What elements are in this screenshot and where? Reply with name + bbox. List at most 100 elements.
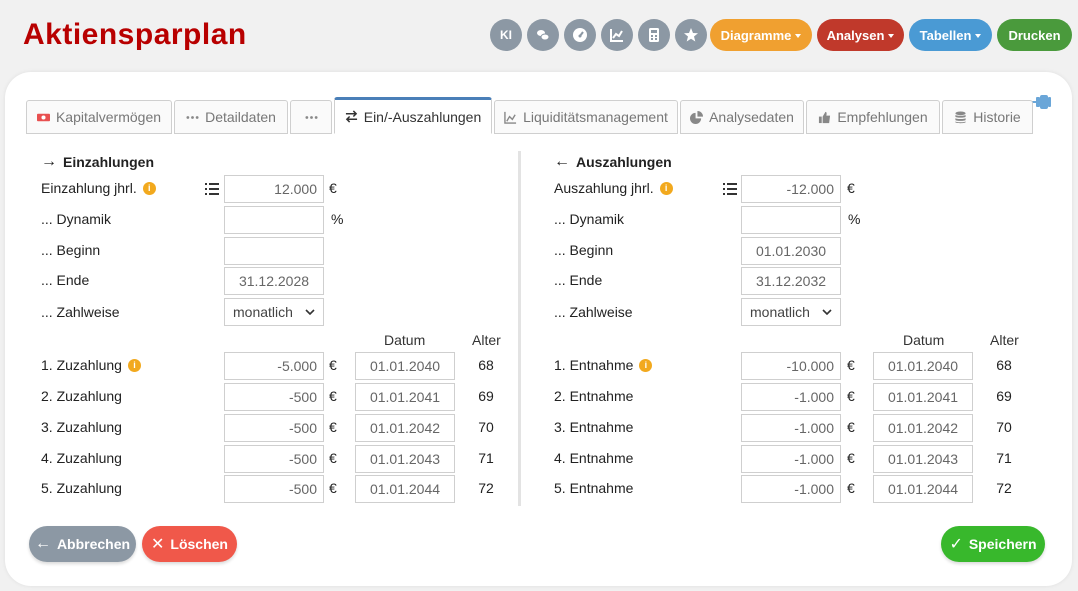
amount-input[interactable]: -500 [224,383,324,411]
tab-ein-auszahlungen[interactable]: Ein/-Auszahlungen [334,97,492,134]
auszahlungen-heading: ← Auszahlungen [554,153,672,170]
chart-line-icon [610,29,623,42]
date-input[interactable]: 01.01.2040 [355,352,455,380]
list-icon[interactable] [205,183,219,195]
arrow-right-icon: → [41,153,57,170]
age-value: 70 [478,419,494,435]
currency-unit: € [329,480,337,496]
ki-button[interactable]: KI [490,19,522,51]
tab-more[interactable] [290,100,332,134]
date-input[interactable]: 01.01.2041 [355,383,455,411]
amount-input[interactable]: -500 [224,445,324,473]
date-input[interactable]: 01.01.2041 [873,383,973,411]
row-label: 3. Zuzahlung [41,419,122,435]
date-input[interactable]: 01.01.2043 [873,445,973,473]
info-icon[interactable]: i [639,358,653,372]
page-title: Aktiensparplan [23,18,247,51]
chevron-down-icon [305,309,315,315]
amount-input[interactable]: -5.000 [224,352,324,380]
amount-input[interactable]: -10.000 [741,352,841,380]
date-input[interactable]: 01.01.2042 [873,414,973,442]
auszahlung-zahlweise-select[interactable]: monatlich [741,298,841,326]
auszahlung-zahlweise-label: ... Zahlweise [554,304,633,320]
currency-unit: € [329,357,337,373]
tabellen-dropdown[interactable]: Tabellen [909,19,992,51]
row-label: 2. Zuzahlung [41,388,122,404]
einzahlung-dynamik-input[interactable] [224,206,324,234]
amount-input[interactable]: -500 [224,475,324,503]
database-icon [954,110,967,124]
alter-header: Alter [990,332,1019,348]
date-input[interactable]: 01.01.2043 [355,445,455,473]
star-button[interactable] [675,19,707,51]
diagramme-dropdown[interactable]: Diagramme [710,19,812,51]
einzahlungen-heading: → Einzahlungen [41,153,154,170]
datum-header: Datum [384,332,426,348]
arrow-left-icon: ← [34,535,51,552]
einzahlung-ende-label: ... Ende [41,272,90,288]
auszahlung-jhrl-input[interactable]: -12.000 [741,175,841,203]
abbrechen-button[interactable]: ← Abbrechen [29,526,136,562]
amount-input[interactable]: -500 [224,414,324,442]
gauge-button[interactable] [564,19,596,51]
coins-button[interactable] [527,19,559,51]
dots-icon [186,111,199,124]
tab-analysedaten[interactable]: Analysedaten [680,100,804,134]
row-label: 4. Zuzahlung [41,450,122,466]
date-input[interactable]: 01.01.2044 [355,475,455,503]
tab-detaildaten[interactable]: Detaildaten [174,100,288,134]
currency-unit: € [847,388,855,404]
tab-historie[interactable]: Historie [942,100,1033,134]
currency-unit: € [329,180,337,196]
caret-down-icon [888,33,895,38]
dots-icon [304,111,318,124]
area-chart-icon [504,111,517,124]
age-value: 71 [478,450,494,466]
chart-button[interactable] [601,19,633,51]
tab-kapitalvermoegen[interactable]: Kapitalvermögen [26,100,172,134]
alter-header: Alter [472,332,501,348]
percent-unit: % [331,211,344,227]
einzahlung-jhrl-input[interactable]: 12.000 [224,175,324,203]
info-icon[interactable]: i [659,181,673,195]
main-card [5,72,1072,586]
amount-input[interactable]: -1.000 [741,475,841,503]
date-input[interactable]: 01.01.2042 [355,414,455,442]
amount-input[interactable]: -1.000 [741,383,841,411]
loeschen-button[interactable]: ✕ Löschen [142,526,237,562]
date-input[interactable]: 01.01.2044 [873,475,973,503]
row-label: 5. Zuzahlung [41,480,122,496]
tab-empfehlungen[interactable]: Empfehlungen [806,100,940,134]
exchange-icon [345,110,358,123]
einzahlung-zahlweise-select[interactable]: monatlich [224,298,324,326]
age-value: 68 [478,357,494,373]
currency-unit: € [329,419,337,435]
row-label: 1. Entnahme i [554,351,653,379]
einzahlung-dynamik-label: ... Dynamik [41,211,112,227]
gauge-icon [573,28,587,42]
amount-input[interactable]: -1.000 [741,414,841,442]
column-divider [518,151,521,506]
drucken-button[interactable]: Drucken [997,19,1072,51]
amount-input[interactable]: -1.000 [741,445,841,473]
row-label: 3. Entnahme [554,419,634,435]
auszahlung-ende-input[interactable]: 31.12.2032 [741,267,841,295]
info-icon[interactable]: i [142,181,156,195]
auszahlung-dynamik-input[interactable] [741,206,841,234]
speichern-button[interactable]: ✓ Speichern [941,526,1045,562]
calculator-button[interactable] [638,19,670,51]
analysen-dropdown[interactable]: Analysen [817,19,904,51]
date-input[interactable]: 01.01.2040 [873,352,973,380]
list-icon[interactable] [723,183,737,195]
row-label: 2. Entnahme [554,388,634,404]
row-label: 1. Zuzahlung i [41,351,141,379]
tab-liquiditaetsmanagement[interactable]: Liquiditätsmanagement [494,100,678,134]
einzahlung-ende-input[interactable]: 31.12.2028 [224,267,324,295]
info-icon[interactable]: i [127,358,141,372]
auszahlung-beginn-input[interactable]: 01.01.2030 [741,237,841,265]
einzahlung-beginn-input[interactable] [224,237,324,265]
currency-unit: € [847,450,855,466]
currency-unit: € [847,357,855,373]
age-value: 72 [478,480,494,496]
star-icon [684,28,698,42]
